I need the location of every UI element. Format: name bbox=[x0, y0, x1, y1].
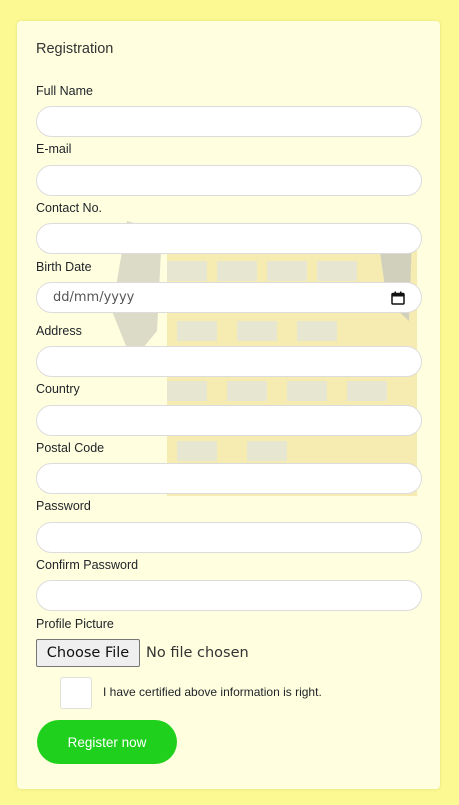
postal-code-input[interactable] bbox=[36, 463, 422, 494]
address-input[interactable] bbox=[36, 346, 422, 377]
profile-picture-label: Profile Picture bbox=[36, 617, 114, 631]
register-now-button[interactable]: Register now bbox=[37, 720, 177, 764]
contact-number-input[interactable] bbox=[36, 223, 422, 254]
certify-checkbox[interactable] bbox=[60, 677, 92, 709]
registration-card: Registration Full Name E-mail Contact No… bbox=[17, 21, 440, 789]
password-input[interactable] bbox=[36, 522, 422, 553]
birth-date-input[interactable]: dd/mm/yyyy bbox=[36, 282, 422, 313]
full-name-label: Full Name bbox=[36, 84, 93, 98]
confirm-password-input[interactable] bbox=[36, 580, 422, 611]
full-name-input[interactable] bbox=[36, 106, 422, 137]
country-label: Country bbox=[36, 382, 80, 396]
password-label: Password bbox=[36, 499, 91, 513]
birth-date-label: Birth Date bbox=[36, 260, 92, 274]
postal-code-label: Postal Code bbox=[36, 441, 105, 455]
certify-label: I have certified above information is ri… bbox=[103, 685, 322, 699]
file-status-text: No file chosen bbox=[146, 645, 249, 661]
profile-picture-file-input: Choose File No file chosen bbox=[36, 639, 249, 667]
confirm-password-label: Confirm Password bbox=[36, 558, 139, 572]
birth-date-placeholder: dd/mm/yyyy bbox=[53, 290, 135, 305]
email-label: E-mail bbox=[36, 142, 72, 156]
choose-file-button[interactable]: Choose File bbox=[36, 639, 140, 667]
contact-number-label: Contact No. bbox=[36, 201, 103, 215]
calendar-icon[interactable] bbox=[391, 291, 405, 305]
email-input[interactable] bbox=[36, 165, 422, 196]
form-title: Registration bbox=[36, 41, 114, 57]
address-label: Address bbox=[36, 324, 82, 338]
country-input[interactable] bbox=[36, 405, 422, 436]
